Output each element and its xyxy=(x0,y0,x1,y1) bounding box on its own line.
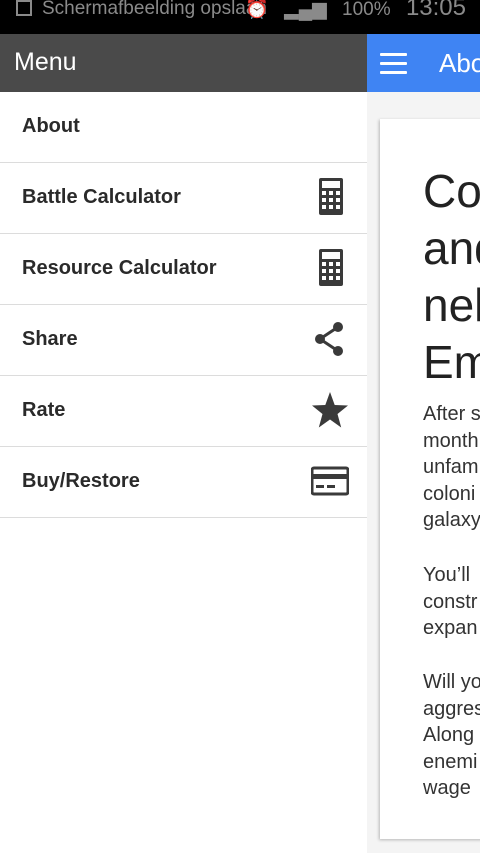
calculator-icon xyxy=(319,249,343,286)
star-icon xyxy=(312,392,348,428)
card-paragraph-2: You’ll constr expan xyxy=(423,564,478,639)
battery-level: 100% xyxy=(342,0,391,20)
drawer-title: Menu xyxy=(14,48,77,76)
menu-item-buy-restore[interactable]: Buy/Restore xyxy=(0,447,367,518)
alarm-icon: ⏰ xyxy=(245,0,269,20)
about-card: Co and nel Em After s month unfam coloni… xyxy=(380,119,480,839)
card-heading: Co and nel Em xyxy=(423,165,480,388)
app-bar-title: About xyxy=(439,48,480,78)
hamburger-menu-icon[interactable] xyxy=(380,53,407,74)
app-bar: About xyxy=(367,34,480,92)
menu-item-label: Battle Calculator xyxy=(22,186,181,208)
credit-card-icon xyxy=(311,466,349,496)
notification-label: Schermafbeelding opslaan xyxy=(42,0,267,19)
menu-item-label: Share xyxy=(22,328,78,350)
calculator-icon xyxy=(319,178,343,215)
screenshot-icon xyxy=(16,0,32,16)
menu-item-resource-calculator[interactable]: Resource Calculator xyxy=(0,234,367,305)
menu-item-label: Rate xyxy=(22,399,66,421)
status-bar: Schermafbeelding opslaan ⏰ ▂▄▆ 100% 13:0… xyxy=(0,0,480,34)
menu-item-label: Buy/Restore xyxy=(22,470,140,492)
card-paragraph-3: Will yo aggres Along enemi wage xyxy=(423,671,480,799)
menu-item-share[interactable]: Share xyxy=(0,305,367,376)
menu-item-label: About xyxy=(22,115,80,137)
menu-item-battle-calculator[interactable]: Battle Calculator xyxy=(0,163,367,234)
status-icons: ⏰ ▂▄▆ 100% 13:05 xyxy=(235,0,466,22)
card-paragraph-1: After s month unfam coloni galaxy xyxy=(423,403,480,531)
drawer-header: Menu xyxy=(0,34,367,92)
share-icon xyxy=(315,322,343,356)
content-area: Co and nel Em After s month unfam coloni… xyxy=(367,92,480,853)
menu-item-about[interactable]: About xyxy=(0,92,367,163)
notification-text: Schermafbeelding opslaan xyxy=(16,0,267,20)
clock: 13:05 xyxy=(405,0,466,21)
menu-item-label: Resource Calculator xyxy=(22,257,217,279)
menu-item-rate[interactable]: Rate xyxy=(0,376,367,447)
navigation-drawer: Menu About Battle Calculator Resource Ca… xyxy=(0,34,367,853)
signal-icon: ▂▄▆ xyxy=(284,0,327,20)
